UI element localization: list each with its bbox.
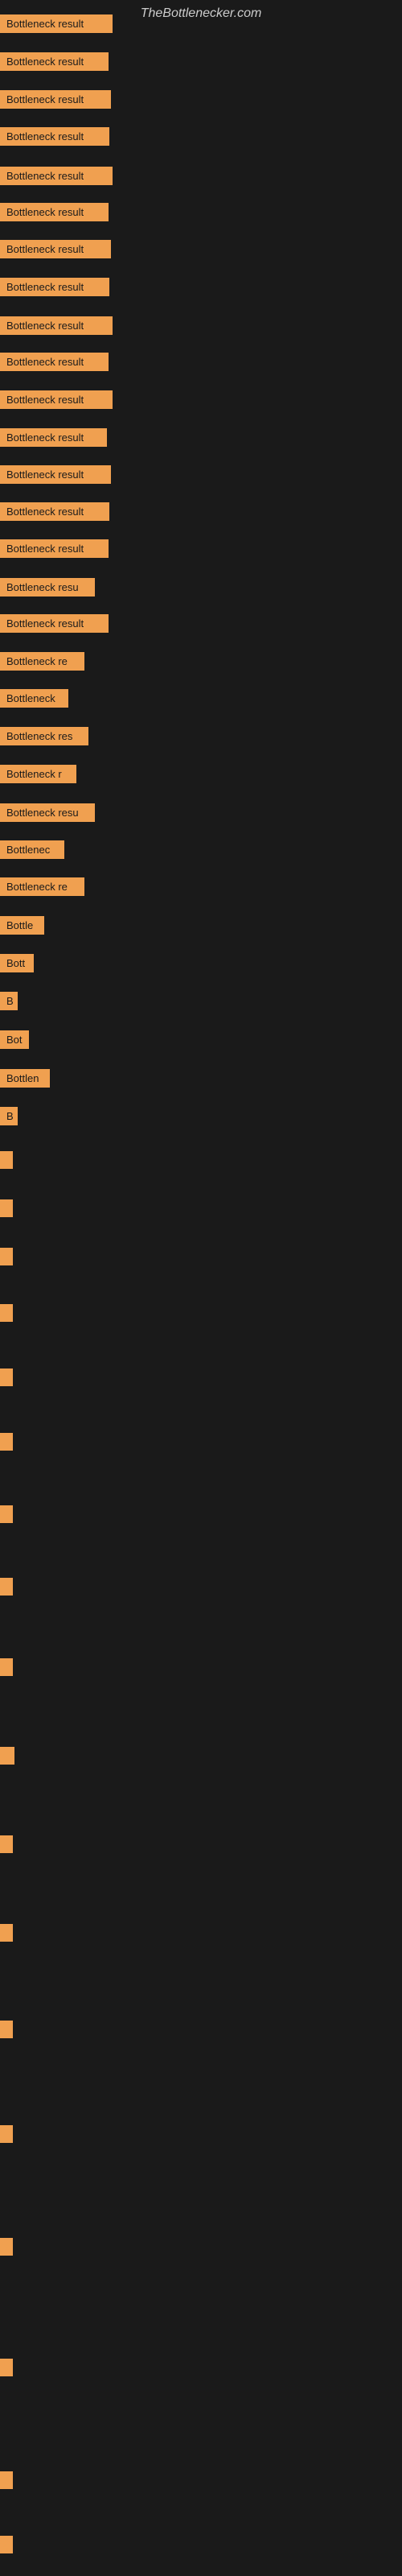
bottleneck-result-item: Bottleneck res bbox=[0, 727, 88, 745]
bottleneck-result-item: Bottleneck result bbox=[0, 127, 109, 146]
bottleneck-result-item: Bottleneck result bbox=[0, 353, 109, 371]
bottleneck-bar bbox=[0, 1199, 13, 1217]
bottleneck-result-item: Bottlen bbox=[0, 1069, 50, 1088]
bottleneck-bar bbox=[0, 2471, 13, 2489]
bottleneck-result-item: B bbox=[0, 1107, 18, 1125]
bottleneck-bar bbox=[0, 2125, 13, 2143]
bottleneck-result-item: Bottleneck resu bbox=[0, 578, 95, 597]
bottleneck-bar bbox=[0, 1835, 13, 1853]
bottleneck-bar bbox=[0, 1304, 13, 1322]
bottleneck-result-item: Bottleneck result bbox=[0, 240, 111, 258]
bottleneck-result-item: Bottleneck r bbox=[0, 765, 76, 783]
bottleneck-bar bbox=[0, 1578, 13, 1596]
bottleneck-bar bbox=[0, 1747, 14, 1765]
bottleneck-bar bbox=[0, 2536, 13, 2553]
bottleneck-result-item: Bottleneck re bbox=[0, 652, 84, 671]
bottleneck-bar bbox=[0, 2359, 13, 2376]
bottleneck-bar bbox=[0, 2238, 13, 2256]
bottleneck-result-item: Bottleneck bbox=[0, 689, 68, 708]
bottleneck-result-item: Bottleneck result bbox=[0, 90, 111, 109]
bottleneck-result-item: Bottleneck result bbox=[0, 203, 109, 221]
bottleneck-result-item: Bottlenec bbox=[0, 840, 64, 859]
bottleneck-bar bbox=[0, 1433, 13, 1451]
bottleneck-result-item: Bottleneck result bbox=[0, 390, 113, 409]
bottleneck-result-item: Bottleneck result bbox=[0, 539, 109, 558]
bottleneck-result-item: Bottleneck result bbox=[0, 14, 113, 33]
bottleneck-result-item: Bottleneck result bbox=[0, 502, 109, 521]
bottleneck-result-item: B bbox=[0, 992, 18, 1010]
bottleneck-result-item: Bottleneck result bbox=[0, 316, 113, 335]
bottleneck-bar bbox=[0, 1658, 13, 1676]
bottleneck-result-item: Bottle bbox=[0, 916, 44, 935]
bottleneck-bar bbox=[0, 2021, 13, 2038]
bottleneck-result-item: Bottleneck resu bbox=[0, 803, 95, 822]
bottleneck-result-item: Bottleneck result bbox=[0, 614, 109, 633]
bottleneck-result-item: Bott bbox=[0, 954, 34, 972]
bottleneck-result-item: Bottleneck result bbox=[0, 278, 109, 296]
bottleneck-result-item: Bottleneck re bbox=[0, 877, 84, 896]
bottleneck-result-item: Bottleneck result bbox=[0, 465, 111, 484]
bottleneck-bar bbox=[0, 1151, 13, 1169]
bottleneck-bar bbox=[0, 1505, 13, 1523]
bottleneck-result-item: Bot bbox=[0, 1030, 29, 1049]
bottleneck-bar bbox=[0, 1368, 13, 1386]
bottleneck-bar bbox=[0, 1924, 13, 1942]
bottleneck-result-item: Bottleneck result bbox=[0, 52, 109, 71]
bottleneck-result-item: Bottleneck result bbox=[0, 167, 113, 185]
bottleneck-result-item: Bottleneck result bbox=[0, 428, 107, 447]
bottleneck-bar bbox=[0, 1248, 13, 1265]
